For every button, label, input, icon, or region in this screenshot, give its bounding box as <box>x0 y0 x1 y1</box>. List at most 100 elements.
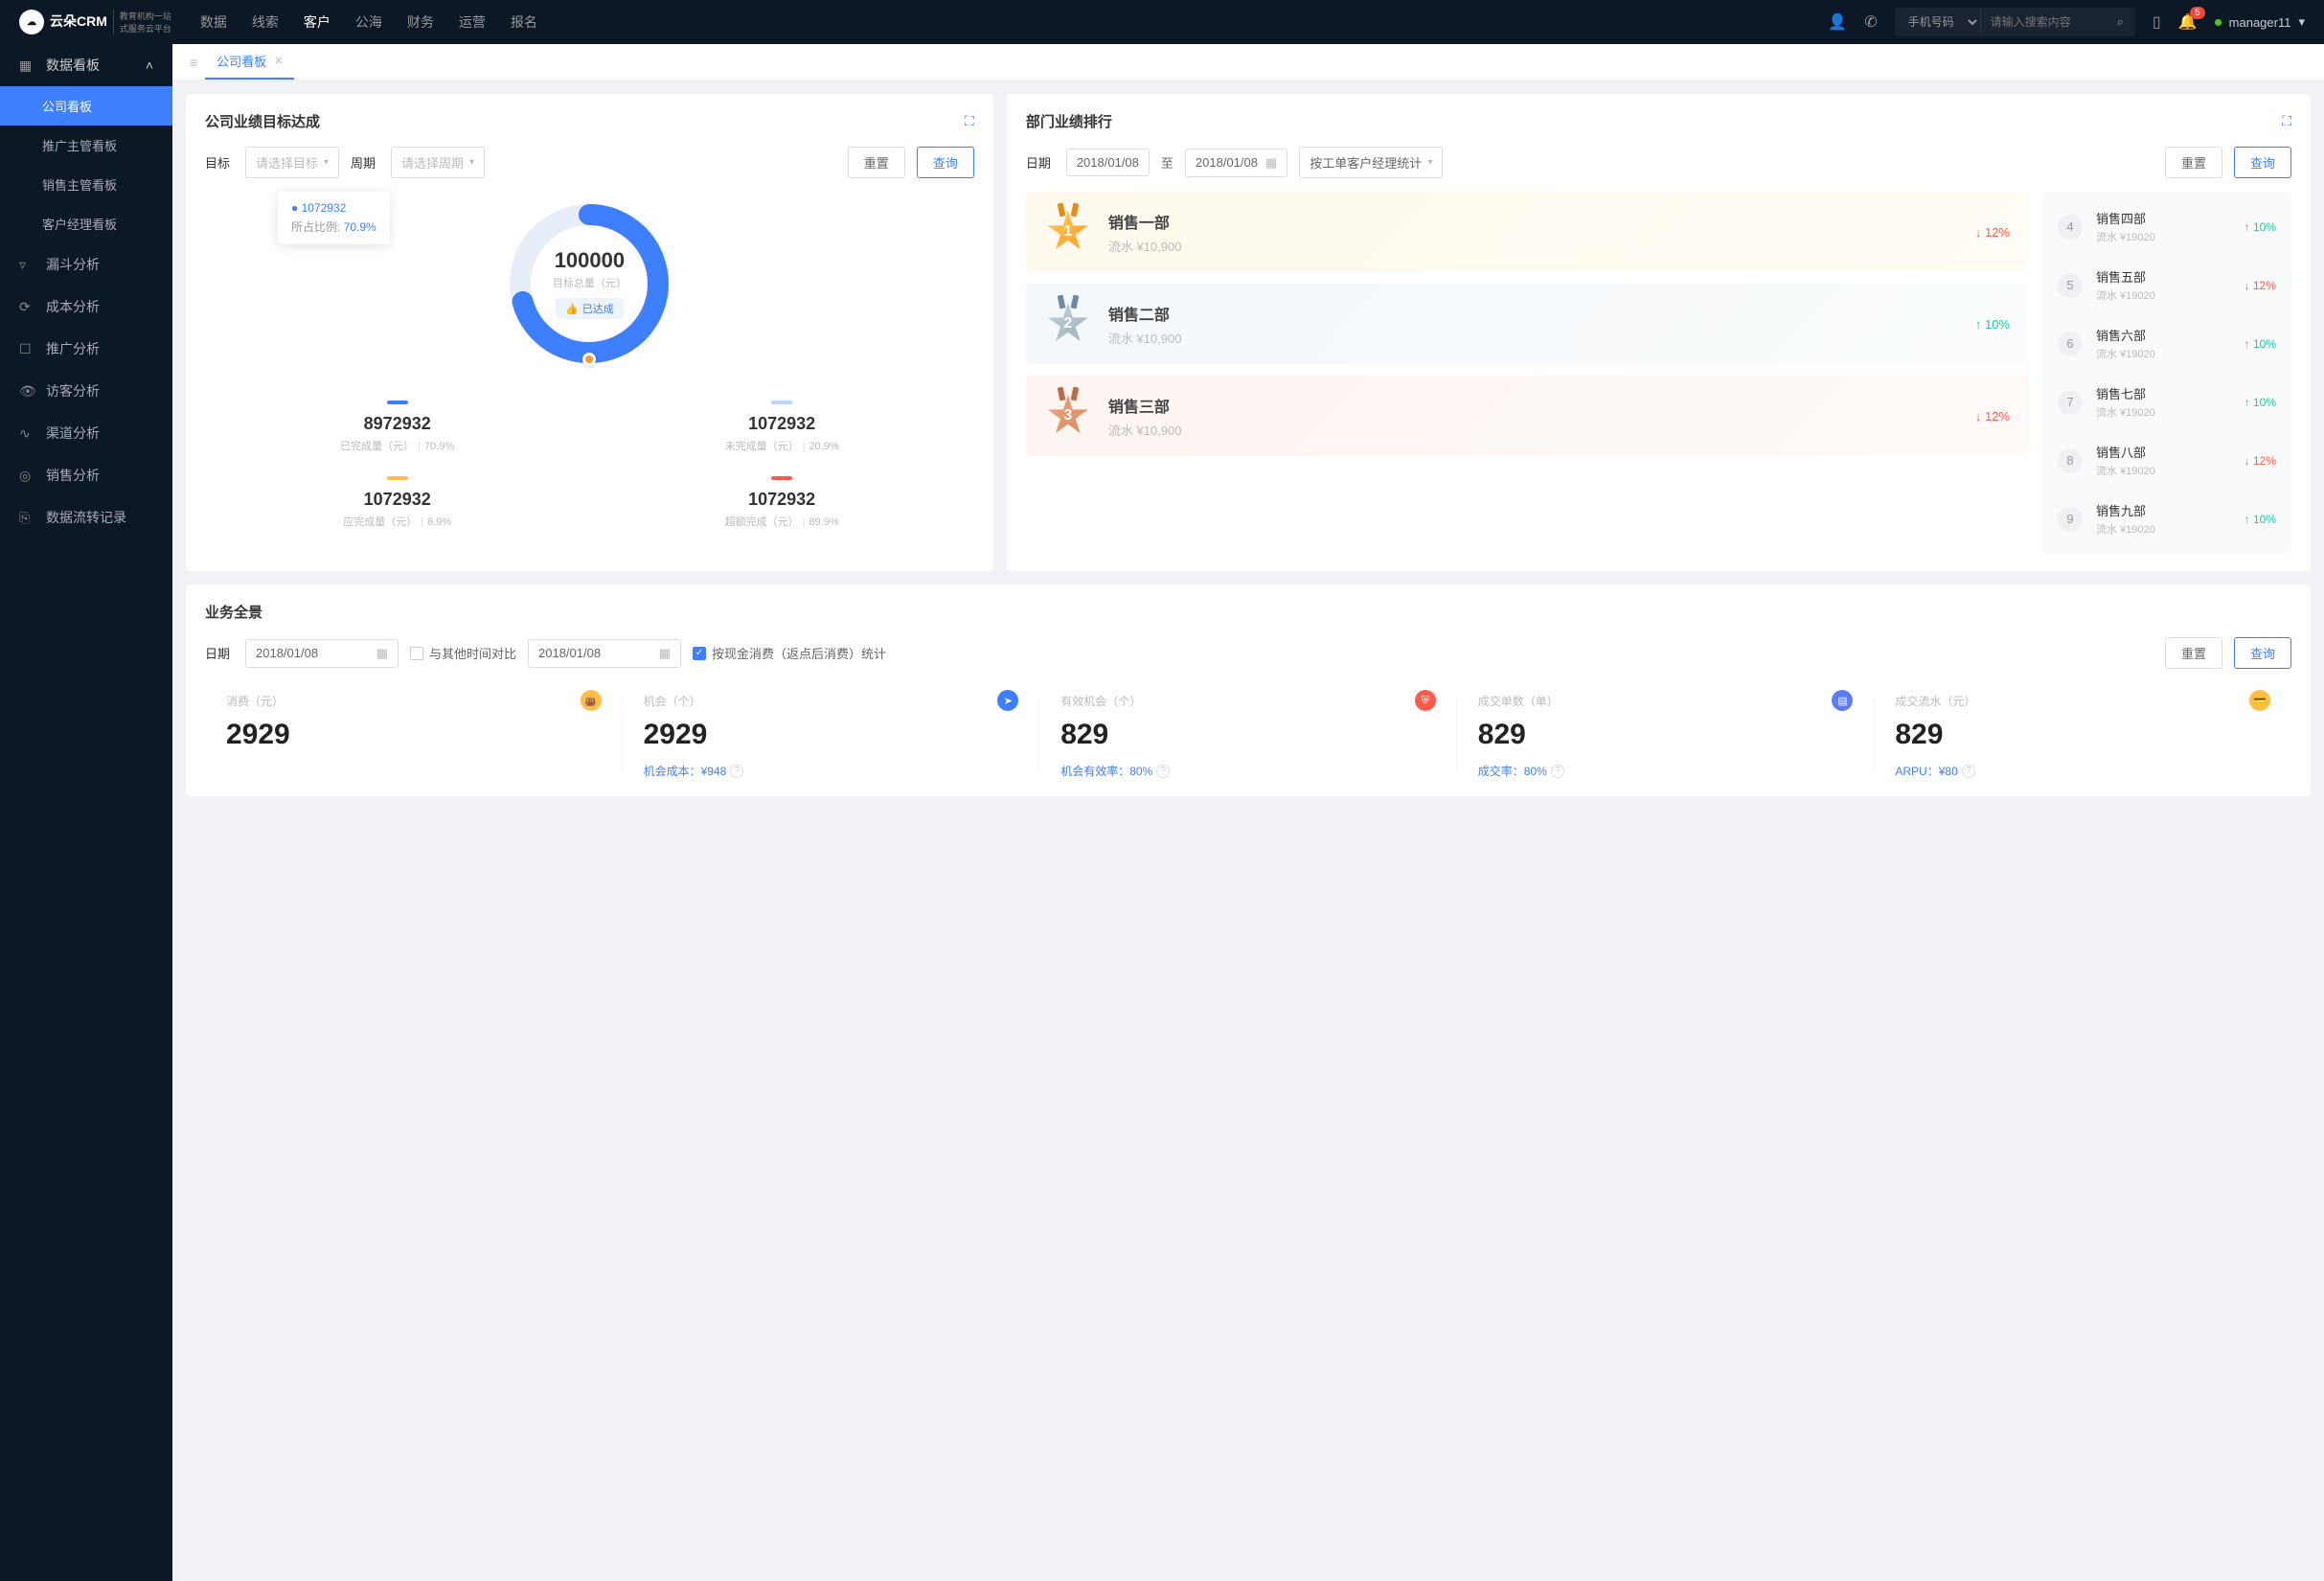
send-icon: ➤ <box>997 690 1018 711</box>
notif-badge: 5 <box>2190 7 2205 19</box>
medal-icon: 2 <box>1045 301 1091 347</box>
calendar-icon: ▦ <box>376 646 388 661</box>
chart-tooltip: ● 1072932 所占比例: 70.9% <box>278 192 390 244</box>
nav-运营[interactable]: 运营 <box>459 12 486 32</box>
kpi-card: 机会（个）➤2929机会成本：¥948 ? <box>623 690 1040 779</box>
logo[interactable]: ☁ 云朵CRM 教育机构一站式服务云平台 <box>19 10 171 34</box>
overview-date1[interactable]: 2018/01/08▦ <box>245 639 399 668</box>
bag-icon: 👜 <box>581 690 602 711</box>
goal-total-label: 目标总量（元） <box>553 275 627 290</box>
medal-icon: 3 <box>1045 393 1091 439</box>
date-to[interactable]: 2018/01/08▦ <box>1185 149 1287 177</box>
chevron-down-icon: ▾ <box>469 157 474 168</box>
help-icon[interactable]: ? <box>1962 765 1975 778</box>
tab-company-board[interactable]: 公司看板 ✕ <box>205 44 294 80</box>
close-tab-icon[interactable]: ✕ <box>274 55 283 67</box>
sidebar: ▦数据看板 ˄ 公司看板推广主管看板销售主管看板客户经理看板 ▿漏斗分析⟳成本分… <box>0 44 172 1581</box>
search-type-select[interactable]: 手机号码 <box>1895 8 1981 36</box>
rank-card[interactable]: 3销售三部流水 ¥10,900↓ 12% <box>1026 376 2029 456</box>
panel-goal: 公司业绩目标达成 ⛶ 目标 请选择目标▾ 周期 请选择周期▾ 重置 查询 <box>186 94 993 571</box>
logo-icon: ☁ <box>19 10 44 34</box>
kpi-card: 成交单数（单）▤829成交率：80% ? <box>1457 690 1875 779</box>
panel-rank: 部门业绩排行 ⛶ 日期 2018/01/08 至 2018/01/08▦ 按工单… <box>1007 94 2311 571</box>
goal-title: 公司业绩目标达成 <box>205 111 320 131</box>
sidebar-item[interactable]: ☐推广分析 <box>0 328 172 370</box>
sidebar-item[interactable]: ◎销售分析 <box>0 454 172 496</box>
menu-icon: ◎ <box>19 468 34 484</box>
bell-icon[interactable]: 🔔5 <box>2178 12 2198 32</box>
checkbox-rebate[interactable]: ✓按现金消费（返点后消费）统计 <box>693 644 886 662</box>
rank-card[interactable]: 2销售二部流水 ¥10,900↑ 10% <box>1026 284 2029 364</box>
kpi-foot: 机会成本：¥948 ? <box>644 763 1019 779</box>
rank-row[interactable]: 6销售六部流水 ¥19020↑ 10% <box>2042 314 2291 373</box>
kpi-foot: 成交率：80% ? <box>1478 763 1854 779</box>
sidebar-group-dashboard[interactable]: ▦数据看板 ˄ <box>0 44 172 86</box>
user-icon[interactable]: 👤 <box>1828 12 1847 32</box>
tab-bar: ≡ 公司看板 ✕ <box>172 44 2324 80</box>
nav-公海[interactable]: 公海 <box>355 12 382 32</box>
select-period[interactable]: 请选择周期▾ <box>391 147 485 178</box>
checkbox-compare[interactable]: 与其他时间对比 <box>410 644 516 662</box>
collapse-sidebar-icon[interactable]: ≡ <box>182 55 205 70</box>
search-box: 手机号码 ⌕ <box>1895 8 2135 36</box>
sidebar-item[interactable]: ⟳成本分析 <box>0 286 172 328</box>
menu-icon: ▿ <box>19 257 34 273</box>
phone-icon[interactable]: ✆ <box>1864 12 1877 32</box>
expand-icon[interactable]: ⛶ <box>2282 113 2291 129</box>
main: ≡ 公司看板 ✕ 公司业绩目标达成 ⛶ 目标 请选择目标▾ 周期 <box>172 44 2324 1581</box>
user-menu[interactable]: manager11 ▾ <box>2215 14 2305 30</box>
sidebar-item[interactable]: 推广主管看板 <box>0 126 172 165</box>
search-icon[interactable]: ⌕ <box>2106 14 2135 30</box>
query-button[interactable]: 查询 <box>917 147 974 178</box>
rank-card[interactable]: 1销售一部流水 ¥10,900↓ 12% <box>1026 192 2029 272</box>
sidebar-item[interactable]: ∿渠道分析 <box>0 412 172 454</box>
nav-报名[interactable]: 报名 <box>511 12 537 32</box>
nav-客户[interactable]: 客户 <box>304 12 330 32</box>
kpi-card: 成交流水（元）💳829ARPU：¥80 ? <box>1874 690 2291 779</box>
sidebar-item[interactable]: 销售主管看板 <box>0 165 172 204</box>
nav-数据[interactable]: 数据 <box>200 12 227 32</box>
rank-row[interactable]: 8销售八部流水 ¥19020↓ 12% <box>2042 431 2291 490</box>
overview-title: 业务全景 <box>205 602 262 622</box>
donut-chart: 100000 目标总量（元） 👍已达成 <box>503 197 675 370</box>
select-target[interactable]: 请选择目标▾ <box>245 147 339 178</box>
overview-date2[interactable]: 2018/01/08▦ <box>528 639 681 668</box>
rank-row[interactable]: 4销售四部流水 ¥19020↑ 10% <box>2042 197 2291 256</box>
select-mode[interactable]: 按工单客户经理统计▾ <box>1299 147 1443 178</box>
dashboard-icon: ▦ <box>19 57 34 74</box>
search-input[interactable] <box>1981 15 2106 29</box>
chevron-down-icon: ▾ <box>1427 157 1432 168</box>
brand-name: 云朵CRM <box>50 14 107 29</box>
sidebar-item[interactable]: ▿漏斗分析 <box>0 243 172 286</box>
rank-row[interactable]: 5销售五部流水 ¥19020↓ 12% <box>2042 256 2291 314</box>
top-nav: 数据 线索 客户 公海 财务 运营 报名 <box>200 12 537 32</box>
nav-线索[interactable]: 线索 <box>252 12 279 32</box>
sidebar-item[interactable]: 👁访客分析 <box>0 370 172 412</box>
calendar-icon: ▦ <box>1265 155 1277 171</box>
goal-metric: 1072932超额完成（元）|89.9% <box>589 465 973 540</box>
sidebar-item[interactable]: 公司看板 <box>0 86 172 126</box>
delta: ↑ 10% <box>1975 317 2010 332</box>
label-target: 目标 <box>205 153 234 172</box>
help-icon[interactable]: ? <box>730 765 743 778</box>
date-from[interactable]: 2018/01/08 <box>1066 149 1150 176</box>
label-to: 至 <box>1161 153 1173 172</box>
rank-row[interactable]: 9销售九部流水 ¥19020↑ 10% <box>2042 490 2291 548</box>
reset-button[interactable]: 重置 <box>848 147 905 178</box>
help-icon[interactable]: ? <box>1551 765 1564 778</box>
username: manager11 <box>2229 15 2291 30</box>
help-icon[interactable]: ? <box>1156 765 1170 778</box>
rank-row[interactable]: 7销售七部流水 ¥19020↑ 10% <box>2042 373 2291 431</box>
menu-icon: 👁 <box>19 383 34 400</box>
sidebar-item[interactable]: ⎘数据流转记录 <box>0 496 172 538</box>
reset-button[interactable]: 重置 <box>2165 147 2222 178</box>
mobile-icon[interactable]: ▯ <box>2153 12 2161 32</box>
card-icon: 💳 <box>2249 690 2270 711</box>
goal-status-badge: 👍已达成 <box>556 298 624 319</box>
expand-icon[interactable]: ⛶ <box>965 113 974 129</box>
nav-财务[interactable]: 财务 <box>407 12 434 32</box>
sidebar-item[interactable]: 客户经理看板 <box>0 204 172 243</box>
query-button[interactable]: 查询 <box>2234 147 2291 178</box>
reset-button[interactable]: 重置 <box>2165 637 2222 669</box>
query-button[interactable]: 查询 <box>2234 637 2291 669</box>
